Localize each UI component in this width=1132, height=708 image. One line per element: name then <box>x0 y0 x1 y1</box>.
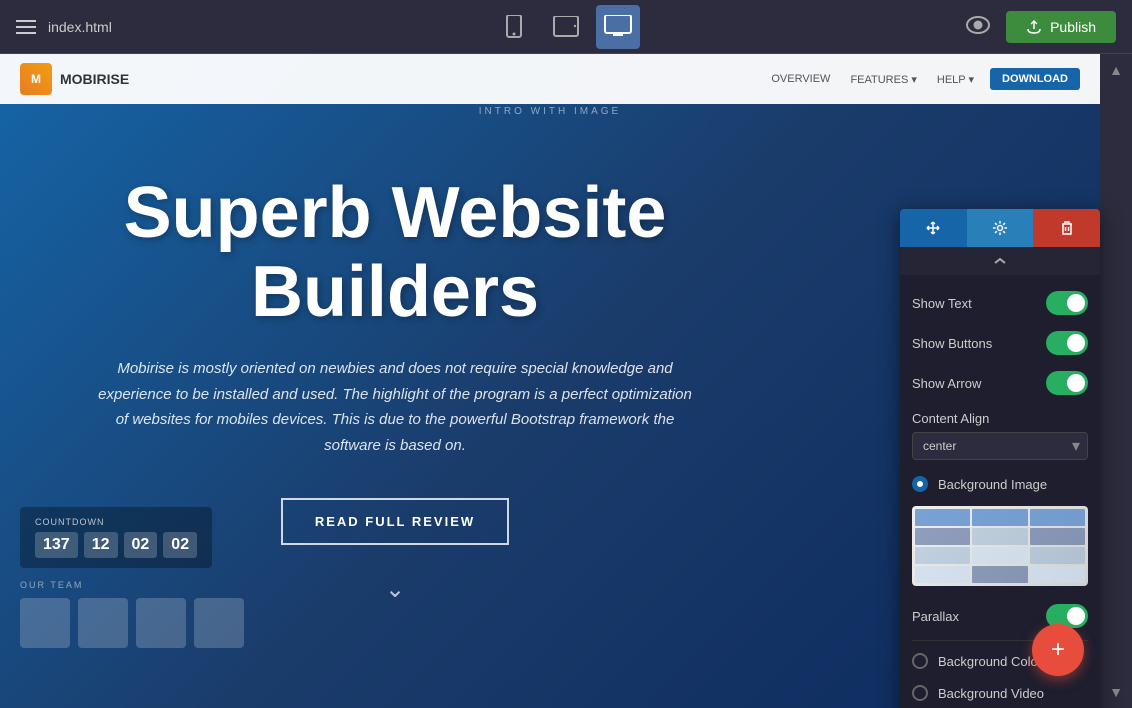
background-thumbnail[interactable] <box>912 506 1088 586</box>
intro-label: INTRO WITH IMAGE <box>479 106 621 117</box>
menu-icon[interactable] <box>16 20 36 34</box>
show-text-label: Show Text <box>912 296 972 311</box>
background-image-radio[interactable] <box>912 476 928 492</box>
show-text-row: Show Text <box>912 283 1088 323</box>
background-color-radio[interactable] <box>912 653 928 669</box>
show-arrow-label: Show Arrow <box>912 376 981 391</box>
show-arrow-row: Show Arrow <box>912 363 1088 403</box>
filename: index.html <box>48 19 112 35</box>
show-text-toggle[interactable] <box>1046 291 1088 315</box>
topbar-right: Publish <box>966 11 1116 43</box>
nav-links: OVERVIEW FEATURES ▾ HELP ▾ <box>771 73 974 86</box>
delete-tool-btn[interactable] <box>1033 209 1100 247</box>
countdown-hours: 12 <box>84 532 118 558</box>
add-block-button[interactable]: + <box>1032 624 1084 676</box>
device-switcher <box>492 5 640 49</box>
publish-button[interactable]: Publish <box>1006 11 1116 43</box>
countdown-numbers: 137 12 02 02 <box>35 532 197 558</box>
hero-subtitle: Mobirise is mostly oriented on newbies a… <box>95 356 695 458</box>
content-align-label: Content Align <box>912 411 1088 426</box>
countdown-area: COUNTDOWN 137 12 02 02 <box>20 507 212 568</box>
hero-title: Superb Website Builders <box>124 174 667 332</box>
background-video-row: Background Video <box>912 677 1088 708</box>
main-area: M MOBIRISE OVERVIEW FEATURES ▾ HELP ▾ DO… <box>0 54 1132 708</box>
hero-arrow-icon: ⌄ <box>385 575 405 604</box>
preview-nav: M MOBIRISE OVERVIEW FEATURES ▾ HELP ▾ DO… <box>0 54 1100 104</box>
show-arrow-toggle[interactable] <box>1046 371 1088 395</box>
background-image-row: Background Image <box>912 468 1088 500</box>
scroll-up-btn[interactable]: ▲ <box>1100 54 1132 86</box>
background-video-label: Background Video <box>938 686 1044 701</box>
scrollbar: ▲ ▼ <box>1100 54 1132 708</box>
content-align-row: Content Align left center right <box>912 403 1088 468</box>
topbar-left: index.html <box>16 19 112 35</box>
parallax-label: Parallax <box>912 609 959 624</box>
thumb-grid <box>912 506 1088 586</box>
logo-icon: M <box>20 63 52 95</box>
content-align-select[interactable]: left center right <box>912 432 1088 460</box>
logo-text: MOBIRISE <box>60 71 129 87</box>
background-color-label: Background Color <box>938 654 1042 669</box>
panel-scroll-up[interactable] <box>900 247 1100 275</box>
countdown-sec: 02 <box>163 532 197 558</box>
background-video-radio[interactable] <box>912 685 928 701</box>
preview-logo: M MOBIRISE <box>20 63 129 95</box>
tablet-device-btn[interactable] <box>544 5 588 49</box>
scroll-down-btn[interactable]: ▼ <box>1100 676 1132 708</box>
countdown-min: 02 <box>124 532 158 558</box>
topbar: index.html <box>0 0 1132 54</box>
countdown-label: COUNTDOWN <box>35 517 197 527</box>
nav-cta: DOWNLOAD <box>990 68 1080 90</box>
background-image-label: Background Image <box>938 477 1047 492</box>
settings-tool-btn[interactable] <box>967 209 1034 247</box>
panel-toolbar <box>900 209 1100 247</box>
show-buttons-toggle[interactable] <box>1046 331 1088 355</box>
desktop-device-btn[interactable] <box>596 5 640 49</box>
thumbnail-container <box>912 500 1088 596</box>
content-align-wrapper: left center right <box>912 432 1088 460</box>
mobile-device-btn[interactable] <box>492 5 536 49</box>
preview-btn[interactable] <box>966 16 990 37</box>
move-tool-btn[interactable] <box>900 209 967 247</box>
countdown-days: 137 <box>35 532 78 558</box>
show-buttons-label: Show Buttons <box>912 336 992 351</box>
hero-cta-button[interactable]: READ FULL REVIEW <box>281 498 509 545</box>
show-buttons-row: Show Buttons <box>912 323 1088 363</box>
